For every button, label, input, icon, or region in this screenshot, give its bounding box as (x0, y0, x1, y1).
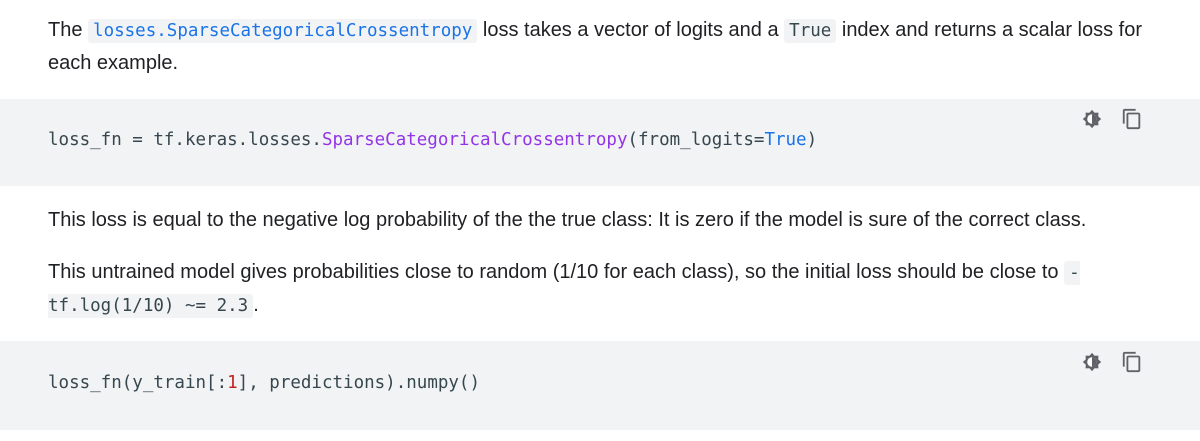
code-token-class: SparseCategoricalCrossentropy (321, 130, 628, 150)
loss-explanation-paragraph: This loss is equal to the negative log p… (48, 209, 1087, 231)
initial-loss-text-2: . (253, 294, 259, 316)
dark-mode-icon[interactable] (1080, 107, 1104, 131)
code-token-number: 1 (227, 373, 238, 393)
intro-text-1: The (48, 19, 89, 41)
code-token-keyword: True (764, 130, 807, 150)
code-token-prefix: loss_fn = tf.keras.losses. (48, 130, 322, 150)
code-block-toolbar (1080, 107, 1144, 131)
initial-loss-paragraph: This untrained model gives probabilities… (48, 256, 1163, 322)
code-block-toolbar (1080, 350, 1144, 374)
intro-text-2: loss takes a vector of logits and a (477, 19, 785, 41)
code-token-close: ) (806, 130, 818, 150)
code-line: loss_fn = tf.keras.losses.SparseCategori… (48, 130, 817, 150)
initial-loss-text-1: This untrained model gives probabilities… (48, 261, 1065, 283)
copy-icon[interactable] (1120, 107, 1144, 131)
dark-mode-icon[interactable] (1080, 350, 1104, 374)
code-token-suffix: ], predictions).numpy() (237, 373, 480, 393)
code-line: loss_fn(y_train[:1], predictions).numpy(… (48, 373, 480, 393)
code-block-loss-call: loss_fn(y_train[:1], predictions).numpy(… (0, 341, 1200, 430)
true-inline-code: True (784, 19, 837, 43)
sparse-categorical-crossentropy-link[interactable]: losses.SparseCategoricalCrossentropy (88, 19, 478, 43)
code-block-loss-fn: loss_fn = tf.keras.losses.SparseCategori… (0, 99, 1200, 186)
code-token-prefix: loss_fn(y_train[: (48, 373, 228, 393)
intro-paragraph: The losses.SparseCategoricalCrossentropy… (48, 14, 1163, 79)
code-token-args: (from_logits= (627, 130, 765, 150)
copy-icon[interactable] (1120, 350, 1144, 374)
